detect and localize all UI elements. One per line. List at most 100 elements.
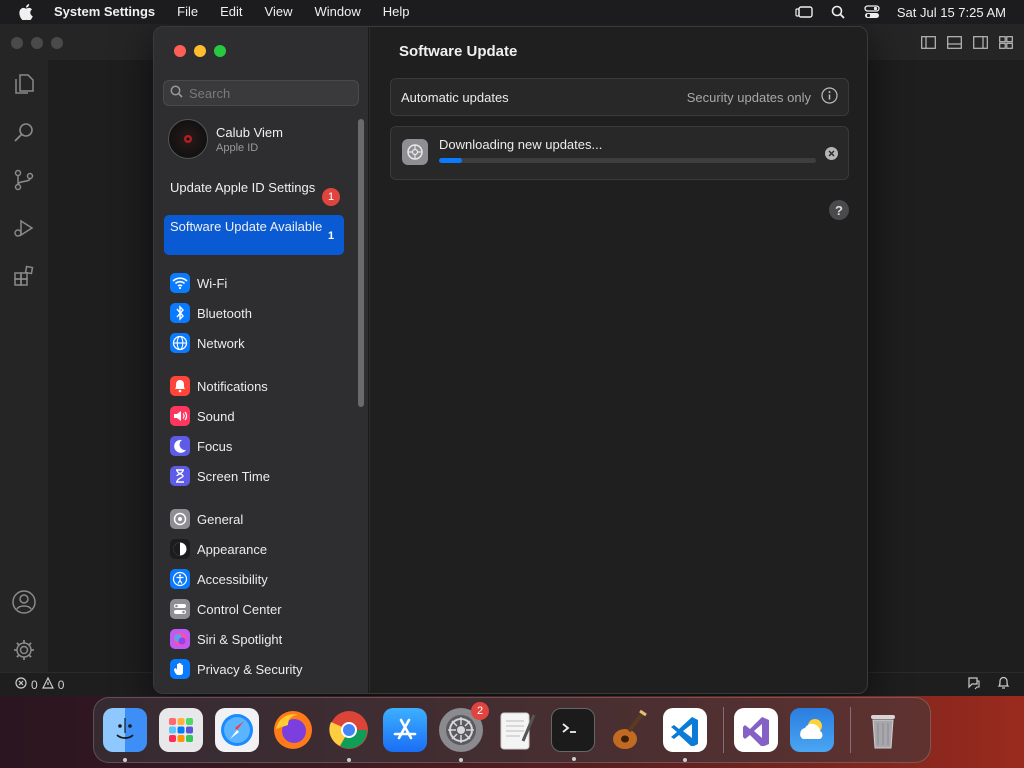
bluetooth-icon bbox=[170, 303, 190, 323]
manage-gear-icon[interactable] bbox=[10, 636, 38, 664]
launchpad-dock-icon[interactable] bbox=[159, 708, 203, 752]
sidebar-item-label: Bluetooth bbox=[197, 305, 252, 321]
window-controls bbox=[174, 45, 226, 57]
spotlight-search-icon[interactable] bbox=[821, 0, 855, 24]
wifi-icon bbox=[170, 273, 190, 293]
menu-file[interactable]: File bbox=[166, 0, 209, 24]
minimize-window-button[interactable] bbox=[194, 45, 206, 57]
sidebar-item-sound[interactable]: Sound bbox=[170, 405, 235, 427]
info-icon[interactable] bbox=[821, 87, 838, 107]
sidebar-scrollbar[interactable] bbox=[358, 119, 364, 407]
warning-icon bbox=[41, 676, 54, 692]
menu-bar: System Settings File Edit View Window He… bbox=[0, 0, 1024, 24]
toggle-panel-icon[interactable] bbox=[946, 34, 962, 50]
dock: 2 bbox=[93, 697, 931, 763]
sidebar-item-focus[interactable]: Focus bbox=[170, 435, 232, 457]
accessibility-icon bbox=[170, 569, 190, 589]
automatic-updates-value: Security updates only bbox=[686, 89, 811, 105]
menu-edit[interactable]: Edit bbox=[209, 0, 253, 24]
control-center-icon[interactable] bbox=[855, 0, 889, 24]
sidebar-search[interactable] bbox=[163, 80, 359, 106]
sidebar-item-label: Accessibility bbox=[197, 571, 268, 587]
avatar-glyph bbox=[184, 135, 192, 143]
extensions-icon[interactable] bbox=[10, 262, 38, 290]
accounts-icon[interactable] bbox=[10, 588, 38, 616]
menu-help[interactable]: Help bbox=[372, 0, 421, 24]
dock-separator bbox=[723, 707, 724, 753]
sidebar-item-control-center[interactable]: Control Center bbox=[170, 598, 282, 620]
sidebar-item-appearance[interactable]: Appearance bbox=[170, 538, 267, 560]
sidebar-item-label: Wi-Fi bbox=[197, 275, 228, 291]
trash-dock-icon[interactable] bbox=[861, 708, 905, 752]
sidebar-item-notifications[interactable]: Notifications bbox=[170, 375, 268, 397]
activity-bar bbox=[0, 60, 48, 672]
terminal-dock-icon[interactable] bbox=[551, 708, 595, 761]
sidebar-item-privacy-and-security[interactable]: Privacy & Security bbox=[170, 658, 302, 680]
menu-view[interactable]: View bbox=[254, 0, 304, 24]
editor-minimize-dot[interactable] bbox=[31, 37, 43, 49]
toggle-secondary-sidebar-icon[interactable] bbox=[972, 34, 988, 50]
menu-window[interactable]: Window bbox=[303, 0, 371, 24]
apple-menu-icon[interactable] bbox=[17, 3, 35, 21]
finder-dock-icon[interactable] bbox=[103, 708, 147, 762]
feedback-icon[interactable] bbox=[967, 676, 981, 693]
toggle-primary-sidebar-icon[interactable] bbox=[920, 34, 936, 50]
sidebar-item-wi-fi[interactable]: Wi-Fi bbox=[170, 272, 227, 294]
moon-icon bbox=[170, 436, 190, 456]
sidebar-item-screen-time[interactable]: Screen Time bbox=[170, 465, 270, 487]
software-update-notice[interactable]: Software Update Available 1 bbox=[164, 215, 344, 255]
search-input[interactable] bbox=[189, 85, 349, 101]
cancel-download-icon[interactable] bbox=[825, 147, 838, 160]
menu-app-name[interactable]: System Settings bbox=[52, 0, 166, 24]
sidebar-item-general[interactable]: General bbox=[170, 508, 243, 530]
search-icon[interactable] bbox=[10, 118, 38, 146]
sidebar-item-label: Privacy & Security bbox=[197, 661, 303, 677]
firefox-dock-icon[interactable] bbox=[271, 708, 315, 752]
notice-badge: 1 bbox=[322, 188, 340, 206]
help-button[interactable]: ? bbox=[829, 200, 849, 220]
sidebar-item-bluetooth[interactable]: Bluetooth bbox=[170, 302, 252, 324]
source-control-icon[interactable] bbox=[10, 166, 38, 194]
problems-indicator[interactable]: 0 0 bbox=[15, 676, 64, 692]
close-window-button[interactable] bbox=[174, 45, 186, 57]
zoom-window-button[interactable] bbox=[214, 45, 226, 57]
notifications-bell-icon[interactable] bbox=[997, 676, 1010, 693]
system-settings-window: Calub Viem Apple ID Update Apple ID Sett… bbox=[153, 26, 868, 694]
search-icon bbox=[170, 85, 183, 101]
apple-id-profile[interactable]: Calub Viem Apple ID bbox=[168, 119, 283, 159]
automatic-updates-row: Automatic updates Security updates only bbox=[390, 78, 849, 116]
system-settings-dock-icon[interactable]: 2 bbox=[439, 702, 489, 762]
editor-close-dot[interactable] bbox=[11, 37, 23, 49]
safari-dock-icon[interactable] bbox=[215, 708, 259, 752]
vscode-dock-icon[interactable] bbox=[663, 708, 707, 762]
update-apple-id-notice[interactable]: Update Apple ID Settings 1 bbox=[164, 176, 344, 216]
sidebar-item-network[interactable]: Network bbox=[170, 332, 245, 354]
chrome-dock-icon[interactable] bbox=[327, 708, 371, 762]
settings-content: Software Update Automatic updates Securi… bbox=[370, 27, 867, 693]
sidebar-item-label: Notifications bbox=[197, 378, 268, 394]
run-debug-icon[interactable] bbox=[10, 214, 38, 242]
stage-manager-icon[interactable] bbox=[787, 0, 821, 24]
gear-icon bbox=[170, 509, 190, 529]
menu-clock[interactable]: Sat Jul 15 7:25 AM bbox=[889, 5, 1024, 20]
sidebar-item-accessibility[interactable]: Accessibility bbox=[170, 568, 268, 590]
editor-zoom-dot[interactable] bbox=[51, 37, 63, 49]
customize-layout-icon[interactable] bbox=[998, 34, 1014, 50]
app-store-dock-icon[interactable] bbox=[383, 708, 427, 752]
hand-icon bbox=[170, 659, 190, 679]
explorer-icon[interactable] bbox=[10, 70, 38, 98]
sidebar-item-siri-and-spotlight[interactable]: Siri & Spotlight bbox=[170, 628, 282, 650]
error-count: 0 bbox=[31, 677, 38, 692]
weather-dock-icon[interactable] bbox=[790, 708, 834, 752]
download-progress-fill bbox=[439, 158, 462, 163]
error-icon bbox=[15, 677, 27, 692]
dock-badge: 2 bbox=[471, 702, 489, 720]
toggles-icon bbox=[170, 599, 190, 619]
visual-studio-dock-icon[interactable] bbox=[734, 708, 778, 752]
sidebar-item-label: Appearance bbox=[197, 541, 268, 557]
textedit-dock-icon[interactable] bbox=[495, 708, 539, 752]
garageband-dock-icon[interactable] bbox=[607, 708, 651, 752]
download-status-text: Downloading new updates... bbox=[439, 137, 603, 152]
software-update-gear-icon bbox=[402, 139, 428, 165]
profile-subtitle: Apple ID bbox=[216, 141, 259, 154]
